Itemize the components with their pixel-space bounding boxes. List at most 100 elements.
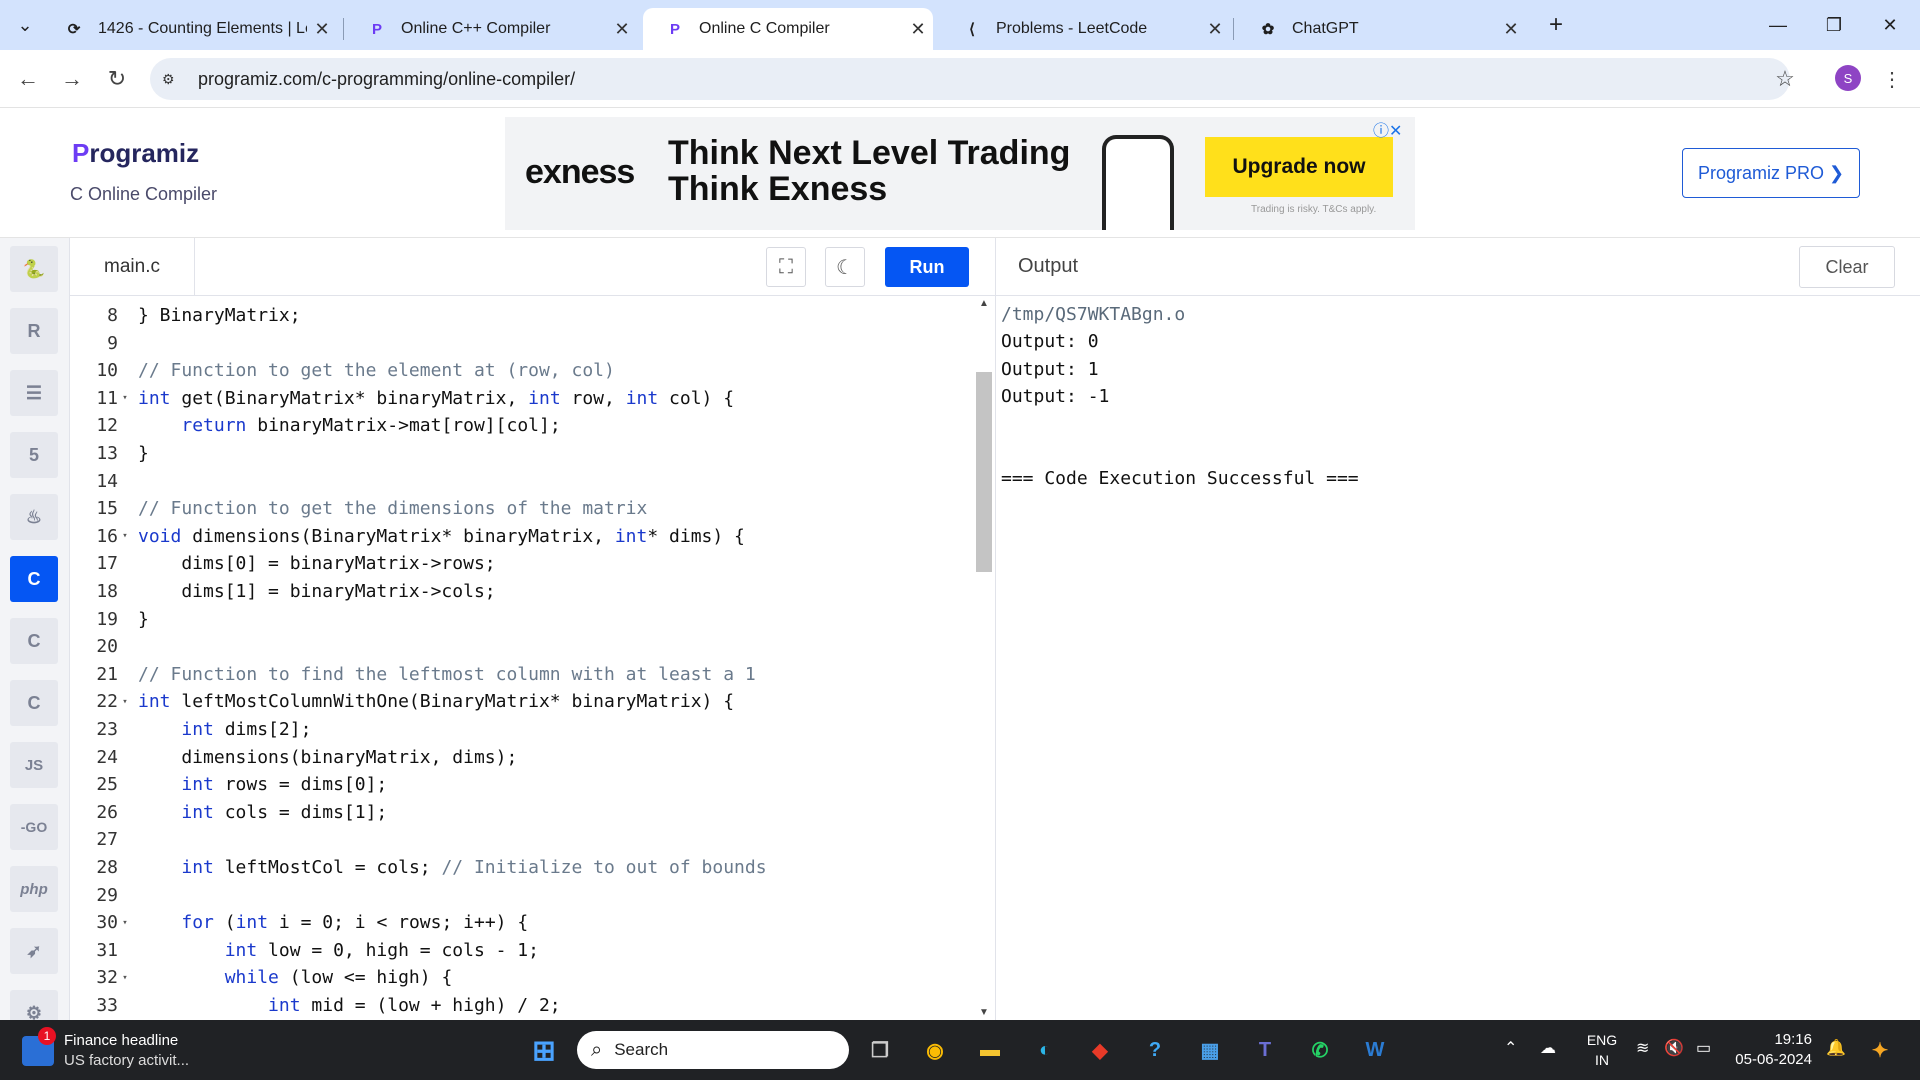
close-icon[interactable]: ✕ [307,19,337,40]
edge-icon[interactable]: ◐ [1027,1032,1063,1068]
html5-icon[interactable]: 5 [10,432,58,478]
code-line[interactable]: 31 int low = 0, high = cols - 1; [70,937,539,964]
code-line[interactable]: 18 dims[1] = binaryMatrix->cols; [70,578,495,605]
r-language-icon[interactable]: R [10,308,58,354]
volume-muted-icon[interactable]: 🔇 [1664,1038,1684,1058]
notification-bell-icon[interactable]: 🔔 [1826,1038,1846,1058]
scroll-down-arrow[interactable]: ▼ [979,1007,989,1018]
microsoft-store-icon[interactable]: ▦ [1192,1032,1228,1068]
copilot-icon[interactable]: ✦ [1862,1032,1898,1068]
code-line[interactable]: 20 [70,633,195,660]
start-windows-icon[interactable]: ⊞ [526,1032,562,1068]
close-icon[interactable]: ✕ [1496,19,1526,40]
fold-arrow-icon[interactable]: ▾ [118,918,132,928]
code-line[interactable]: 17 dims[0] = binaryMatrix->rows; [70,550,495,577]
code-line[interactable]: 30 ▾ for (int i = 0; i < rows; i++) { [70,909,528,936]
code-line[interactable]: 26 int cols = dims[1]; [70,799,387,826]
javascript-icon[interactable]: JS [10,742,58,788]
python-icon[interactable]: 🐍 [10,246,58,292]
close-window-button[interactable]: ✕ [1862,0,1918,50]
code-line[interactable]: 23 int dims[2]; [70,716,311,743]
ad-close-icon[interactable]: ⓘ✕ [1373,117,1402,141]
minimize-button[interactable]: — [1750,0,1806,50]
help-icon[interactable]: ? [1137,1032,1173,1068]
profile-avatar[interactable]: S [1835,65,1861,91]
tab-cpp-compiler[interactable]: P Online C++ Compiler ✕ [345,8,637,50]
code-line[interactable]: 16 ▾ void dimensions(BinaryMatrix* binaryM… [70,523,745,550]
bookmark-star-icon[interactable]: ☆ [1769,63,1801,95]
programiz-pro-button[interactable]: Programiz PRO ❯ [1682,148,1860,198]
code-line[interactable]: 8} BinaryMatrix; [70,302,300,329]
code-line[interactable]: 22 ▾ int leftMostColumnWithOne(BinaryMatri… [70,688,734,715]
onedrive-icon[interactable]: ☁ [1540,1038,1556,1058]
code-line[interactable]: 13} [70,440,195,467]
dark-mode-icon[interactable]: ☾ [825,247,865,287]
cpp-icon[interactable]: C [10,618,58,664]
rust-icon[interactable]: ⚙ [10,990,58,1020]
task-view-icon[interactable]: ❐ [862,1032,898,1068]
scroll-up-arrow[interactable]: ▲ [979,298,989,309]
go-icon[interactable]: -GO [10,804,58,850]
taskbar-search[interactable]: ⌕ Search [577,1031,849,1069]
csharp-icon[interactable]: C [10,680,58,726]
wifi-icon[interactable]: ≋ [1636,1038,1649,1058]
close-icon[interactable]: ✕ [903,19,933,40]
code-editor[interactable]: 8} BinaryMatrix; 9 10 // Function to get th… [70,296,975,1020]
ad-cta-button[interactable]: Upgrade now [1205,137,1393,197]
code-line[interactable]: 25 int rows = dims[0]; [70,771,387,798]
teams-icon[interactable]: T [1247,1032,1283,1068]
code-line[interactable]: 27 [70,826,195,853]
code-line[interactable]: 28 int leftMostCol = cols; // Initialize… [70,854,766,881]
scrollbar-thumb[interactable] [976,372,992,572]
chrome-icon[interactable]: ◉ [917,1032,953,1068]
code-line[interactable]: 33 int mid = (low + high) / 2; [70,992,560,1019]
output-console[interactable]: /tmp/QS7WKTABgn.o Output: 0 Output: 1 Outpu… [995,296,1920,1020]
tab-leetcode-problems[interactable]: ⟨ Problems - LeetCode ✕ [940,8,1230,50]
code-line[interactable]: 11 ▾ int get(BinaryMatrix* binaryMatrix, i… [70,385,734,412]
tab-leetcode-counting[interactable]: ⟳ 1426 - Counting Elements | Lee ✕ [42,8,337,50]
code-line[interactable]: 19} [70,606,195,633]
tray-chevron-icon[interactable]: ⌃ [1504,1038,1517,1058]
forward-button[interactable]: → [56,63,88,95]
fullscreen-icon[interactable]: ⛶ [766,247,806,287]
tab-c-compiler[interactable]: P Online C Compiler ✕ [643,8,933,50]
fold-arrow-icon[interactable]: ▾ [118,697,132,707]
fold-arrow-icon[interactable]: ▾ [118,393,132,403]
swift-icon[interactable]: ➶ [10,928,58,974]
code-line[interactable]: 10 // Function to get the element at (row… [70,357,615,384]
sql-database-icon[interactable]: ☰ [10,370,58,416]
code-line[interactable]: 21 // Function to find the leftmost colum… [70,661,755,688]
whatsapp-icon[interactable]: ✆ [1302,1032,1338,1068]
php-icon[interactable]: php [10,866,58,912]
fold-arrow-icon[interactable]: ▾ [118,531,132,541]
file-tab-main-c[interactable]: main.c [70,238,195,296]
code-line[interactable]: 24 dimensions(binaryMatrix, dims); [70,744,517,771]
language-indicator[interactable]: ENG IN [1582,1030,1622,1070]
reload-button[interactable]: ↻ [101,63,133,95]
code-line[interactable]: 9 [70,330,195,357]
clear-button[interactable]: Clear [1799,246,1895,288]
back-button[interactable]: ← [12,63,44,95]
tab-chatgpt[interactable]: ✿ ChatGPT ✕ [1236,8,1526,50]
java-icon[interactable]: ♨ [10,494,58,540]
close-icon[interactable]: ✕ [1200,19,1230,40]
clock[interactable]: 19:16 05-06-2024 [1728,1030,1812,1070]
new-tab-button[interactable]: + [1528,0,1584,50]
menu-kebab-icon[interactable]: ⋮ [1876,63,1908,95]
code-line[interactable]: 12 return binaryMatrix->mat[row][col]; [70,412,560,439]
c-language-icon[interactable]: C [10,556,58,602]
fold-arrow-icon[interactable]: ▾ [118,973,132,983]
code-line[interactable]: 15 // Function to get the dimensions of t… [70,495,647,522]
site-settings-icon[interactable]: ⚙ [162,71,182,88]
editor-scrollbar[interactable]: ▲ ▼ [975,296,995,1020]
news-widget[interactable]: 1 Finance headline US factory activit... [22,1027,212,1070]
advertisement-banner[interactable]: exness Think Next Level Trading Think Ex… [505,117,1415,230]
programiz-logo[interactable]: Programiz [72,138,199,169]
restore-button[interactable]: ❐ [1806,0,1862,50]
battery-icon[interactable]: ▭ [1696,1038,1711,1058]
code-line[interactable]: 32 ▾ while (low <= high) { [70,964,452,991]
file-explorer-icon[interactable]: ▬ [972,1032,1008,1068]
code-line[interactable]: 14 [70,468,195,495]
word-icon[interactable]: W [1357,1032,1393,1068]
close-icon[interactable]: ✕ [607,19,637,40]
